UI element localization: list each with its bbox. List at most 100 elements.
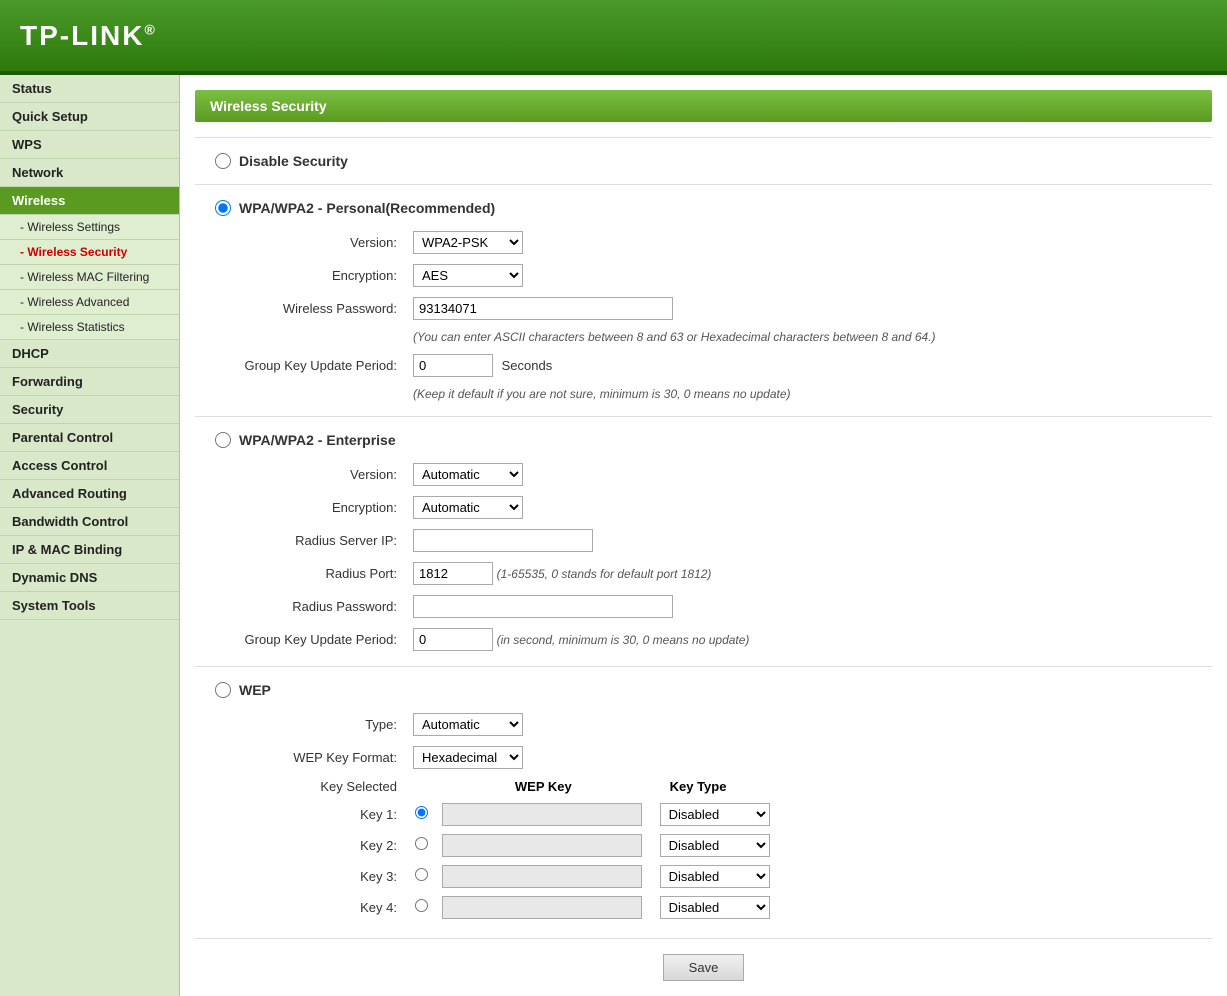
wpa-enterprise-radius-ip-label: Radius Server IP: [225, 524, 405, 557]
wpa-personal-encryption-select[interactable]: AES TKIP Automatic [413, 264, 523, 287]
wep-type-row: Type: Automatic Open System Shared Key [225, 708, 778, 741]
sidebar-item-network[interactable]: Network [0, 159, 179, 187]
wep-key3-type-select[interactable]: Disabled 64-bit 128-bit 152-bit [660, 865, 770, 888]
logo-reg: ® [144, 21, 156, 37]
wep-key4-radio[interactable] [415, 899, 428, 912]
wep-keys-header-row: Key Selected WEP Key Key Type [225, 774, 778, 799]
wep-key1-label: Key 1: [225, 799, 405, 830]
wpa-enterprise-group-key-row: Group Key Update Period: (in second, min… [225, 623, 757, 656]
wpa-enterprise-form: Version: Automatic WPA2 WPA Encryption: … [225, 458, 757, 656]
wpa-enterprise-radius-port-input[interactable] [413, 562, 493, 585]
wpa-personal-radio[interactable] [215, 200, 231, 216]
wpa-enterprise-encryption-label: Encryption: [225, 491, 405, 524]
disable-security-radio[interactable] [215, 153, 231, 169]
wep-key1-radio[interactable] [415, 806, 428, 819]
wpa-personal-password-cell [405, 292, 944, 325]
sidebar-item-dhcp[interactable]: DHCP [0, 340, 179, 368]
wpa-personal-password-row: Wireless Password: [225, 292, 944, 325]
wpa-personal-group-key-row: Group Key Update Period: Seconds [225, 349, 944, 382]
wpa-enterprise-radius-password-input[interactable] [413, 595, 673, 618]
wpa-enterprise-version-cell: Automatic WPA2 WPA [405, 458, 757, 491]
wep-key3-input[interactable] [442, 865, 642, 888]
wep-key-type-col-header: Key Type [670, 779, 727, 794]
wpa-enterprise-encryption-row: Encryption: Automatic AES TKIP [225, 491, 757, 524]
wpa-enterprise-radius-password-label: Radius Password: [225, 590, 405, 623]
wep-key3-row: Key 3: Disabled 64-bit 128-bit 152-bit [225, 861, 778, 892]
wep-key4-input[interactable] [442, 896, 642, 919]
wpa-enterprise-encryption-cell: Automatic AES TKIP [405, 491, 757, 524]
sidebar-sub-wireless-statistics[interactable]: - Wireless Statistics [0, 315, 179, 340]
wpa-enterprise-radio[interactable] [215, 432, 231, 448]
sidebar-item-status[interactable]: Status [0, 75, 179, 103]
wpa-enterprise-radius-port-row: Radius Port: (1-65535, 0 stands for defa… [225, 557, 757, 590]
wpa-enterprise-group-key-input[interactable] [413, 628, 493, 651]
wep-key3-radio[interactable] [415, 868, 428, 881]
wpa-personal-section: WPA/WPA2 - Personal(Recommended) Version… [195, 200, 1212, 406]
sidebar-sub-wireless-advanced[interactable]: - Wireless Advanced [0, 290, 179, 315]
sidebar-item-wireless[interactable]: Wireless [0, 187, 179, 215]
wep-format-select[interactable]: Hexadecimal ASCII [413, 746, 523, 769]
wpa-personal-version-row: Version: WPA2-PSK WPA-PSK Automatic [225, 226, 944, 259]
wpa-personal-group-key-hint-row: (Keep it default if you are not sure, mi… [225, 382, 944, 406]
wpa-personal-encryption-row: Encryption: AES TKIP Automatic [225, 259, 944, 292]
wep-key2-cell [405, 830, 650, 861]
wep-type-label: Type: [225, 708, 405, 741]
wpa-enterprise-version-select[interactable]: Automatic WPA2 WPA [413, 463, 523, 486]
wep-key3-type-cell: Disabled 64-bit 128-bit 152-bit [650, 861, 778, 892]
sidebar-item-access-control[interactable]: Access Control [0, 452, 179, 480]
sidebar-item-quick-setup[interactable]: Quick Setup [0, 103, 179, 131]
wpa-personal-password-input[interactable] [413, 297, 673, 320]
divider-1 [195, 184, 1212, 185]
wpa-personal-password-hint-row: (You can enter ASCII characters between … [225, 325, 944, 349]
wpa-personal-form: Version: WPA2-PSK WPA-PSK Automatic Encr… [225, 226, 944, 406]
wep-key1-row: Key 1: Disabled 64-bit 128-bit 152-bit [225, 799, 778, 830]
wpa-enterprise-radius-port-cell: (1-65535, 0 stands for default port 1812… [405, 557, 757, 590]
wep-key2-input[interactable] [442, 834, 642, 857]
page-title: Wireless Security [195, 90, 1212, 122]
wpa-personal-group-key-input[interactable] [413, 354, 493, 377]
wep-key1-cell [405, 799, 650, 830]
sidebar-sub-wireless-security[interactable]: - Wireless Security [0, 240, 179, 265]
sidebar-sub-wireless-settings[interactable]: - Wireless Settings [0, 215, 179, 240]
wpa-enterprise-radius-password-cell [405, 590, 757, 623]
wpa-enterprise-encryption-select[interactable]: Automatic AES TKIP [413, 496, 523, 519]
sidebar-item-bandwidth-control[interactable]: Bandwidth Control [0, 508, 179, 536]
wpa-enterprise-section: WPA/WPA2 - Enterprise Version: Automatic… [195, 432, 1212, 656]
wep-section: WEP Type: Automatic Open System Shared K… [195, 682, 1212, 923]
wep-key-header-cell: WEP Key [405, 774, 650, 799]
sidebar-item-ip-mac-binding[interactable]: IP & MAC Binding [0, 536, 179, 564]
sidebar-item-forwarding[interactable]: Forwarding [0, 368, 179, 396]
wep-key2-radio[interactable] [415, 837, 428, 850]
wep-key4-type-select[interactable]: Disabled 64-bit 128-bit 152-bit [660, 896, 770, 919]
sidebar-item-advanced-routing[interactable]: Advanced Routing [0, 480, 179, 508]
save-button[interactable]: Save [663, 954, 745, 981]
disable-security-label: Disable Security [239, 153, 348, 169]
wep-key1-type-select[interactable]: Disabled 64-bit 128-bit 152-bit [660, 803, 770, 826]
wep-format-row: WEP Key Format: Hexadecimal ASCII [225, 741, 778, 774]
sidebar-sub-wireless-mac-filtering[interactable]: - Wireless MAC Filtering [0, 265, 179, 290]
sidebar-item-system-tools[interactable]: System Tools [0, 592, 179, 620]
sidebar-item-dynamic-dns[interactable]: Dynamic DNS [0, 564, 179, 592]
wep-format-label: WEP Key Format: [225, 741, 405, 774]
wpa-personal-version-select[interactable]: WPA2-PSK WPA-PSK Automatic [413, 231, 523, 254]
wep-key2-type-select[interactable]: Disabled 64-bit 128-bit 152-bit [660, 834, 770, 857]
wep-key1-input[interactable] [442, 803, 642, 826]
sidebar-item-wps[interactable]: WPS [0, 131, 179, 159]
save-section: Save [195, 938, 1212, 981]
wep-type-cell: Automatic Open System Shared Key [405, 708, 650, 741]
wpa-enterprise-version-row: Version: Automatic WPA2 WPA [225, 458, 757, 491]
disable-security-option: Disable Security [215, 153, 1212, 169]
header: TP-LINK® [0, 0, 1227, 75]
wpa-personal-version-label: Version: [225, 226, 405, 259]
sidebar-item-parental-control[interactable]: Parental Control [0, 424, 179, 452]
wpa-enterprise-group-key-hint: (in second, minimum is 30, 0 means no up… [497, 633, 750, 647]
wep-key4-cell [405, 892, 650, 923]
wep-radio[interactable] [215, 682, 231, 698]
sidebar: Status Quick Setup WPS Network Wireless … [0, 75, 180, 996]
wep-key-col-header: WEP Key [515, 779, 572, 794]
wep-key2-row: Key 2: Disabled 64-bit 128-bit 152-bit [225, 830, 778, 861]
wpa-enterprise-radius-ip-input[interactable] [413, 529, 593, 552]
wpa-enterprise-radius-ip-row: Radius Server IP: [225, 524, 757, 557]
sidebar-item-security[interactable]: Security [0, 396, 179, 424]
wep-type-select[interactable]: Automatic Open System Shared Key [413, 713, 523, 736]
